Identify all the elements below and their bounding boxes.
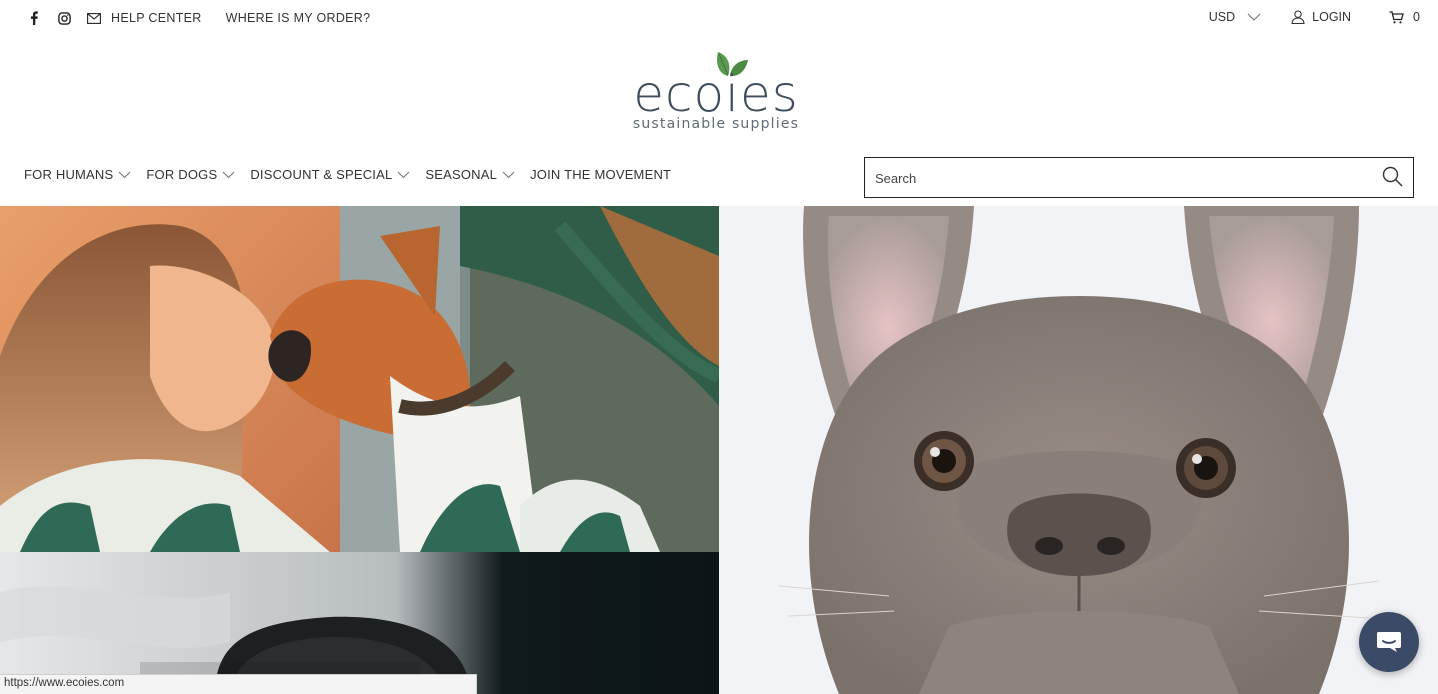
hero-image-woman-and-dog[interactable] <box>0 206 719 552</box>
top-bar-left: HELP CENTER WHERE IS MY ORDER? <box>26 10 394 26</box>
nav-item-label: DISCOUNT & SPECIAL <box>250 167 393 182</box>
user-icon <box>1291 10 1305 24</box>
nav-item-label: SEASONAL <box>425 167 498 182</box>
cart-link[interactable]: 0 <box>1389 10 1420 24</box>
chat-icon <box>1377 632 1401 652</box>
status-url-bar: https://www.ecoies.com <box>0 674 477 694</box>
woman-and-dog-photo <box>0 206 719 552</box>
chevron-down-icon <box>502 171 515 178</box>
chevron-down-icon <box>222 171 235 178</box>
login-label: LOGIN <box>1312 10 1352 24</box>
login-link[interactable]: LOGIN <box>1291 10 1351 24</box>
chevron-down-icon <box>398 171 410 178</box>
search-box <box>864 157 1414 198</box>
hero-image-french-bulldog[interactable] <box>719 206 1438 694</box>
nav-item-label: FOR HUMANS <box>24 167 114 182</box>
nav-item-discount-special[interactable]: DISCOUNT & SPECIAL <box>250 167 410 182</box>
search-input[interactable] <box>875 167 1355 189</box>
cart-count: 0 <box>1413 10 1420 24</box>
nav-item-for-humans[interactable]: FOR HUMANS <box>24 167 131 182</box>
instagram-icon[interactable] <box>56 10 72 26</box>
nav-item-for-dogs[interactable]: FOR DOGS <box>146 167 235 182</box>
top-bar: HELP CENTER WHERE IS MY ORDER? USD LOGIN… <box>0 0 1438 38</box>
site-logo[interactable]: ecoies sustainable supplies <box>626 46 806 138</box>
top-bar-right: USD LOGIN 0 <box>1209 10 1420 24</box>
hero-image-leash[interactable] <box>0 552 719 694</box>
nav-item-label: JOIN THE MOVEMENT <box>530 167 672 182</box>
nav-item-label: FOR DOGS <box>146 167 218 182</box>
where-is-my-order-link[interactable]: WHERE IS MY ORDER? <box>226 11 371 25</box>
currency-label: USD <box>1208 10 1236 24</box>
chevron-down-icon <box>119 171 131 178</box>
chat-button[interactable] <box>1359 612 1419 672</box>
cart-icon <box>1389 10 1404 23</box>
nav-item-join-the-movement[interactable]: JOIN THE MOVEMENT <box>530 167 671 182</box>
logo-wordmark: ecoies <box>633 65 799 123</box>
leash-photo <box>0 552 719 694</box>
main-nav: FOR HUMANS FOR DOGS DISCOUNT & SPECIAL S… <box>24 167 686 182</box>
search-icon[interactable] <box>1382 166 1403 187</box>
logo-tagline: sustainable supplies <box>632 116 800 132</box>
facebook-icon[interactable] <box>26 10 42 26</box>
help-center-link[interactable]: HELP CENTER <box>111 11 202 25</box>
currency-selector[interactable]: USD <box>1209 10 1261 24</box>
chevron-down-icon <box>1247 13 1261 21</box>
nav-item-seasonal[interactable]: SEASONAL <box>425 167 515 182</box>
mail-icon[interactable] <box>86 10 102 26</box>
french-bulldog-photo <box>719 206 1438 694</box>
